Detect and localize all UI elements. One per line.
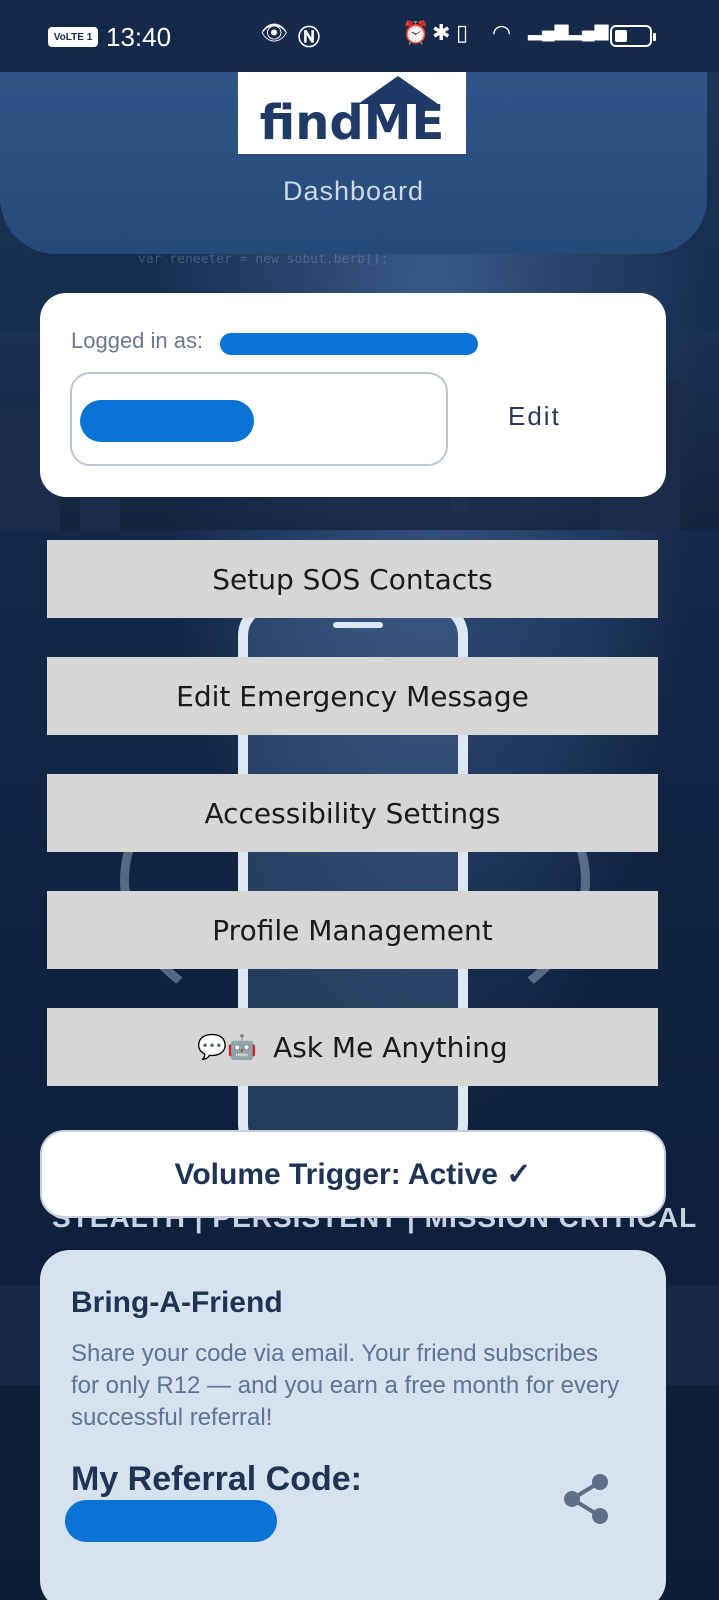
referral-title: Bring-A-Friend: [71, 1286, 283, 1319]
status-bar: VoLTE 1 13:40 👁 Ⓝ ⏰ ✱ ▯ ◠ ▂▄▆ ▂▄▆: [0, 0, 719, 72]
vibrate-icon: ▯: [456, 20, 469, 45]
setup-sos-contacts-button[interactable]: Setup SOS Contacts: [47, 540, 658, 618]
volume-trigger-button[interactable]: Volume Trigger: Active ✓: [40, 1130, 666, 1218]
ask-me-anything-button[interactable]: 💬🤖 Ask Me Anything: [47, 1008, 658, 1086]
redacted-referral-code: [65, 1500, 277, 1542]
signal-4g-icon: ▂▄▆: [528, 20, 569, 40]
background-code-text: var reneeter = new sobut.berb();: [138, 252, 389, 267]
nfc-icon: Ⓝ: [298, 25, 321, 50]
button-label: Setup SOS Contacts: [212, 562, 493, 596]
button-label: Accessibility Settings: [204, 796, 501, 830]
battery-icon: [610, 25, 656, 47]
header-panel: findME Dashboard: [0, 60, 707, 254]
edit-emergency-message-button[interactable]: Edit Emergency Message: [47, 657, 658, 735]
alarm-icon: ⏰: [402, 20, 430, 45]
profile-management-button[interactable]: Profile Management: [47, 891, 658, 969]
eye-icon: 👁: [260, 20, 288, 45]
logo-text: findME: [259, 95, 445, 151]
button-label: Ask Me Anything: [273, 1030, 508, 1064]
referral-description: Share your code via email. Your friend s…: [71, 1340, 620, 1431]
app-logo: findME: [238, 72, 466, 154]
edit-button[interactable]: Edit: [508, 401, 561, 432]
share-icon[interactable]: [560, 1472, 614, 1526]
redacted-email: [220, 333, 478, 355]
wifi-icon: ◠: [492, 20, 512, 45]
redacted-username: [80, 400, 254, 442]
signal-4g-2-icon: ▂▄▆: [568, 20, 609, 40]
page-title: Dashboard: [282, 176, 425, 206]
chat-robot-icon: 💬🤖: [197, 1033, 258, 1061]
referral-card: Bring-A-Friend Share your code via email…: [40, 1250, 666, 1600]
bluetooth-icon: ✱: [432, 20, 451, 45]
accessibility-settings-button[interactable]: Accessibility Settings: [47, 774, 658, 852]
login-card: Logged in as: Edit: [40, 293, 666, 497]
referral-code-label: My Referral Code:: [71, 1460, 362, 1498]
volte-badge: VoLTE 1: [48, 27, 98, 47]
button-label: Edit Emergency Message: [176, 679, 529, 713]
logged-in-label: Logged in as:: [71, 328, 204, 353]
button-label: Profile Management: [212, 913, 493, 947]
status-time: 13:40: [106, 22, 172, 52]
username-field[interactable]: [70, 372, 448, 466]
